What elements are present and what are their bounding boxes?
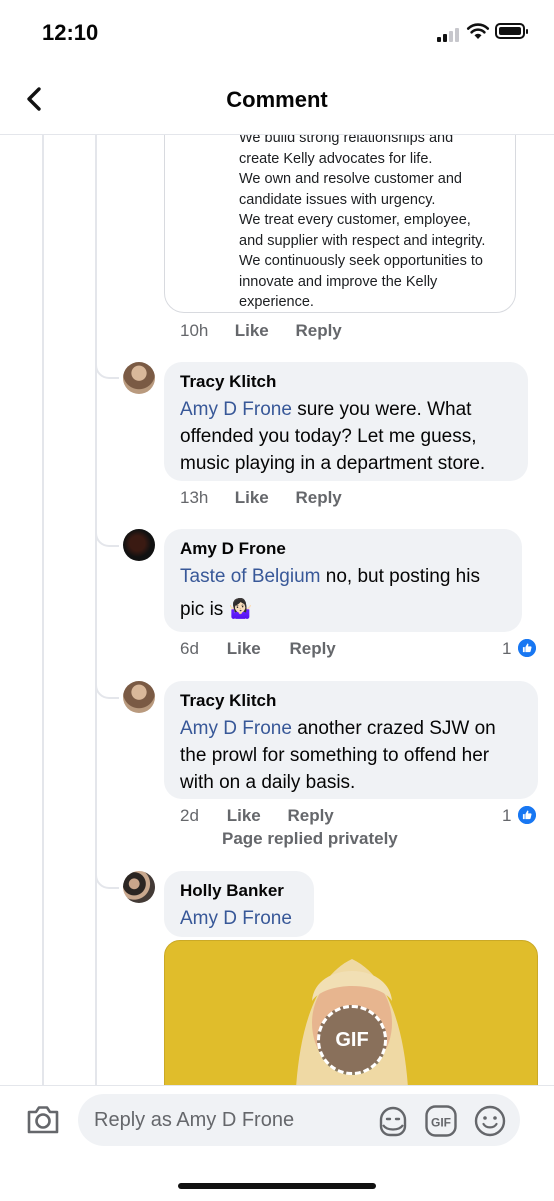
comment-text: music playing in a department store.	[180, 453, 486, 474]
reply-button[interactable]: Reply	[295, 321, 341, 341]
avatar[interactable]	[123, 529, 155, 561]
comment-meta: 2d Like Reply	[180, 806, 334, 826]
cellular-signal-icon	[437, 26, 463, 42]
comment-author[interactable]: Amy D Frone	[180, 539, 506, 559]
shared-post-card[interactable]: We build strong relationships and create…	[164, 135, 516, 313]
comment-text: Amy D Frone another crazed SJW on	[180, 718, 496, 739]
comment-timestamp: 2d	[180, 806, 199, 825]
like-reaction-icon[interactable]	[516, 804, 538, 826]
like-button[interactable]: Like	[227, 639, 285, 659]
post-line: candidate issues with urgency.	[239, 191, 436, 208]
avatar[interactable]	[123, 681, 155, 713]
comment-bubble[interactable]: Tracy Klitch Amy D Frone another crazed …	[164, 681, 538, 799]
comment-bubble[interactable]: Holly Banker Amy D Frone	[164, 871, 314, 937]
post-line: experience.	[239, 294, 314, 310]
post-timestamp: 10h	[180, 321, 209, 340]
comment-text: the prowl for something to offend her	[180, 745, 490, 766]
shrug-emoji: 🤷🏻‍♀️	[228, 599, 253, 620]
post-line: We treat every customer, employee,	[239, 212, 471, 228]
camera-icon[interactable]	[25, 1104, 61, 1136]
status-time: 12:10	[42, 20, 99, 45]
gif-play-badge[interactable]: GIF	[317, 1005, 387, 1075]
avatar[interactable]	[123, 362, 155, 394]
battery-icon	[495, 23, 528, 39]
page-replied-privately-note: Page replied privately	[222, 829, 398, 848]
svg-text:GIF: GIF	[431, 1116, 451, 1130]
comment-meta: 6d Like Reply	[180, 639, 336, 659]
comment-text: Taste of Belgium no, but posting his	[180, 566, 480, 587]
reply-button[interactable]: Reply	[287, 806, 333, 826]
mention-link[interactable]: Taste of Belgium	[180, 566, 320, 587]
post-line: We build strong relationships and	[239, 135, 454, 146]
comment-author[interactable]: Tracy Klitch	[180, 372, 512, 392]
like-reaction-icon[interactable]	[516, 637, 538, 659]
post-line: create Kelly advocates for life.	[239, 150, 433, 167]
thread-line-outer	[42, 135, 44, 1085]
post-meta: 10h Like Reply	[180, 321, 342, 341]
comment-author[interactable]: Tracy Klitch	[180, 691, 522, 711]
comment-author[interactable]: Holly Banker	[180, 881, 298, 901]
comment-bubble[interactable]: Amy D Frone Taste of Belgium no, but pos…	[164, 529, 522, 632]
mention-link[interactable]: Amy D Frone	[180, 399, 292, 420]
thread-connector	[95, 657, 119, 699]
reaction-count[interactable]: 1	[502, 639, 511, 659]
comment-bubble[interactable]: Tracy Klitch Amy D Frone sure you were. …	[164, 362, 528, 481]
comment-timestamp: 13h	[180, 488, 209, 507]
comment-text: with on a daily basis.	[180, 772, 356, 793]
like-button[interactable]: Like	[235, 321, 291, 341]
wifi-icon	[466, 23, 490, 39]
post-line: and supplier with respect and integrity.	[239, 232, 486, 249]
post-line: We continuously seek opportunities to	[239, 253, 483, 269]
status-bar: 12:10	[0, 0, 554, 66]
sticker-icon[interactable]	[376, 1104, 410, 1138]
comment-text: Amy D Frone sure you were. What	[180, 399, 472, 420]
reaction-count[interactable]: 1	[502, 806, 511, 826]
mention-link[interactable]: Amy D Frone	[180, 718, 292, 739]
gif-attachment[interactable]: GIF	[164, 940, 538, 1085]
gif-icon[interactable]: GIF	[424, 1104, 458, 1138]
header: Comment	[0, 66, 554, 135]
home-indicator[interactable]	[178, 1183, 376, 1189]
thread-line-inner	[95, 135, 97, 1085]
mention-link[interactable]: Amy D Frone	[180, 905, 298, 932]
thread-connector	[95, 505, 119, 547]
post-line: We own and resolve customer and	[239, 171, 462, 187]
comment-timestamp: 6d	[180, 639, 199, 658]
thread-connector	[95, 847, 119, 889]
like-button[interactable]: Like	[235, 488, 291, 508]
reply-button[interactable]: Reply	[289, 639, 335, 659]
thread-connector	[95, 335, 119, 379]
comment-text: pic is 🤷🏻‍♀️	[180, 599, 253, 620]
comment-thread[interactable]: We build strong relationships and create…	[0, 135, 554, 1085]
like-button[interactable]: Like	[227, 806, 283, 826]
comment-text: offended you today? Let me guess,	[180, 426, 477, 447]
page-title: Comment	[226, 87, 328, 112]
comment-meta: 13h Like Reply	[180, 488, 342, 508]
avatar[interactable]	[123, 871, 155, 903]
emoji-icon[interactable]	[473, 1104, 507, 1138]
reply-button[interactable]: Reply	[295, 488, 341, 508]
post-line: innovate and improve the Kelly	[239, 273, 438, 290]
